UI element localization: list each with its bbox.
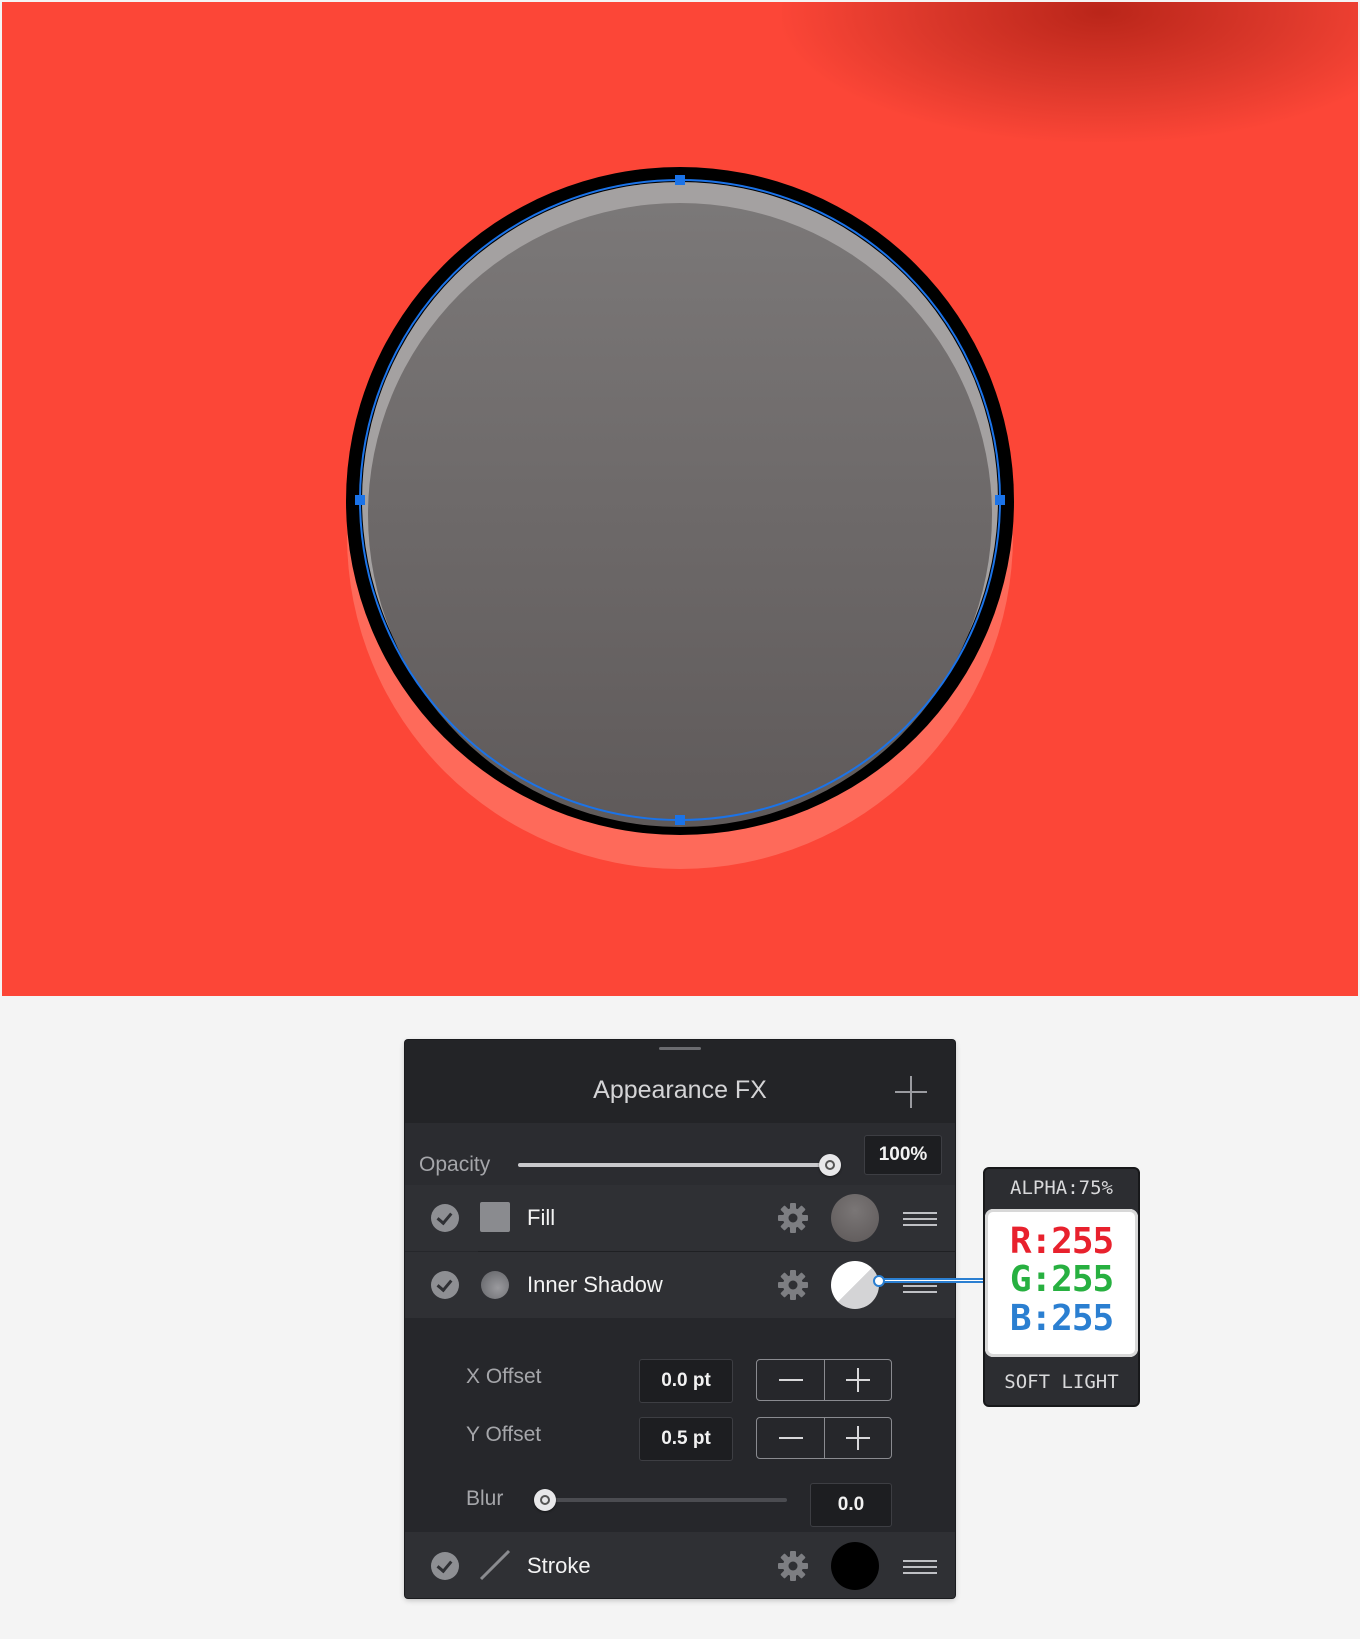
color-callout: ALPHA:75% R:255 G:255 B:255 SOFT LIGHT bbox=[983, 1167, 1140, 1407]
appearance-fx-panel: Appearance FX Opacity 100% Fill Inner Sh… bbox=[405, 1040, 955, 1598]
gear-icon[interactable] bbox=[776, 1201, 810, 1235]
callout-connector bbox=[873, 1275, 986, 1287]
artboard-canvas[interactable] bbox=[2, 2, 1358, 996]
x-offset-stepper[interactable] bbox=[756, 1359, 892, 1401]
y-offset-stepper[interactable] bbox=[756, 1417, 892, 1459]
drag-handle[interactable] bbox=[659, 1047, 701, 1050]
effect-label-fill: Fill bbox=[527, 1205, 556, 1230]
add-effect-button[interactable] bbox=[895, 1076, 927, 1108]
artwork bbox=[346, 167, 1014, 869]
opacity-value-field[interactable]: 100% bbox=[864, 1135, 942, 1175]
opacity-label: Opacity bbox=[419, 1153, 491, 1176]
blur-label: Blur bbox=[466, 1487, 504, 1510]
inner-shadow-settings: X Offset 0.0 pt Y Offset 0.5 pt Blur 0.0 bbox=[405, 1337, 955, 1549]
panel-header: Appearance FX bbox=[405, 1040, 955, 1123]
y-offset-increment-button[interactable] bbox=[824, 1418, 891, 1458]
blue-value: B:255 bbox=[1009, 1298, 1114, 1339]
anchor-point-bottom[interactable] bbox=[675, 815, 685, 825]
blend-mode-readout: SOFT LIGHT bbox=[1004, 1371, 1119, 1393]
anchor-point-right[interactable] bbox=[995, 495, 1005, 505]
opacity-slider-handle[interactable] bbox=[819, 1154, 841, 1176]
rgb-card: R:255 G:255 B:255 bbox=[985, 1209, 1138, 1357]
effect-label-stroke: Stroke bbox=[527, 1553, 591, 1578]
effect-row-stroke[interactable]: Stroke bbox=[405, 1532, 955, 1598]
effect-row-fill[interactable]: Fill bbox=[405, 1185, 955, 1251]
y-offset-field[interactable]: 0.5 pt bbox=[639, 1417, 733, 1461]
circle-icon bbox=[481, 1271, 509, 1299]
x-offset-increment-button[interactable] bbox=[824, 1360, 891, 1400]
gear-icon[interactable] bbox=[776, 1549, 810, 1583]
menu-icon[interactable] bbox=[903, 1560, 937, 1574]
opacity-slider[interactable] bbox=[518, 1163, 834, 1167]
menu-icon[interactable] bbox=[903, 1212, 937, 1226]
blur-value-field[interactable]: 0.0 bbox=[810, 1483, 892, 1527]
x-offset-field[interactable]: 0.0 pt bbox=[639, 1359, 733, 1403]
red-value: R:255 bbox=[1009, 1221, 1114, 1262]
anchor-point-left[interactable] bbox=[355, 495, 365, 505]
square-icon bbox=[480, 1202, 510, 1232]
blur-slider[interactable] bbox=[539, 1498, 787, 1502]
blur-slider-handle[interactable] bbox=[534, 1489, 556, 1511]
effect-label-inner-shadow: Inner Shadow bbox=[527, 1272, 663, 1297]
gear-icon[interactable] bbox=[776, 1268, 810, 1302]
line-icon bbox=[479, 1549, 511, 1581]
stroke-color-swatch[interactable] bbox=[831, 1542, 879, 1590]
green-value: G:255 bbox=[1009, 1259, 1114, 1300]
anchor-point-top[interactable] bbox=[675, 175, 685, 185]
checkmark-icon[interactable] bbox=[431, 1271, 459, 1299]
checkmark-icon[interactable] bbox=[431, 1552, 459, 1580]
alpha-readout: ALPHA:75% bbox=[1010, 1177, 1113, 1199]
checkmark-icon[interactable] bbox=[431, 1204, 459, 1232]
y-offset-decrement-button[interactable] bbox=[757, 1418, 825, 1458]
x-offset-label: X Offset bbox=[466, 1365, 542, 1388]
fill-color-swatch[interactable] bbox=[831, 1194, 879, 1242]
panel-title: Appearance FX bbox=[593, 1076, 767, 1104]
x-offset-decrement-button[interactable] bbox=[757, 1360, 825, 1400]
y-offset-label: Y Offset bbox=[466, 1423, 542, 1446]
